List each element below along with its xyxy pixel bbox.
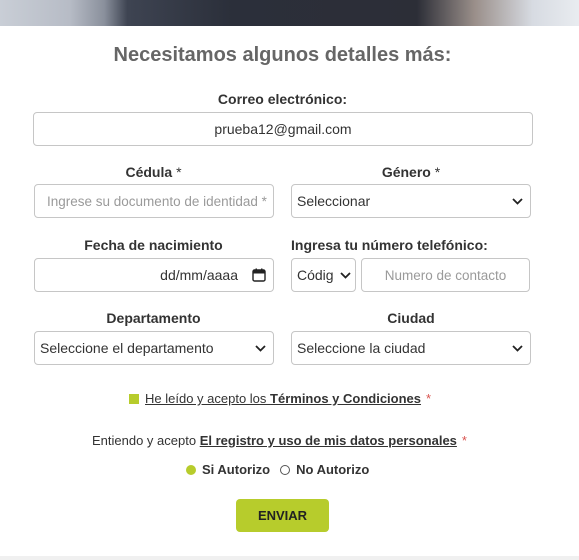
departamento-label: Departamento	[106, 310, 201, 326]
consent-link[interactable]: El registro y uso de mis datos personale…	[200, 433, 457, 448]
form-title: Necesitamos algunos detalles más:	[113, 44, 452, 66]
genero-select[interactable]: Seleccionar	[291, 184, 531, 218]
consent-prefix: Entiendo y acepto	[92, 433, 200, 448]
phone-label: Ingresa tu número telefónico:	[291, 237, 488, 253]
birthdate-input[interactable]: dd/mm/aaaa	[34, 258, 274, 292]
ciudad-select[interactable]: Seleccione la ciudad	[291, 331, 531, 365]
authorize-yes-label[interactable]: Si Autorizo	[202, 462, 270, 477]
terms-link[interactable]: He leído y acepto los Términos y Condici…	[145, 391, 421, 406]
cedula-placeholder: Ingrese su documento de identidad *	[47, 193, 267, 209]
country-code-select[interactable]: Códig	[291, 258, 356, 292]
chevron-down-icon	[253, 341, 267, 355]
authorize-no-radio[interactable]	[280, 464, 291, 475]
authorize-no-label[interactable]: No Autorizo	[296, 462, 369, 477]
ciudad-selected: Seleccione la ciudad	[297, 340, 426, 356]
chevron-down-icon	[510, 194, 524, 208]
ciudad-label: Ciudad	[387, 310, 435, 326]
email-field[interactable]: prueba12@gmail.com	[33, 112, 533, 146]
authorize-yes-radio[interactable]	[186, 464, 196, 475]
genero-label-text: Género	[381, 164, 431, 180]
data-consent-row: Entiendo y acepto El registro y uso de m…	[92, 433, 467, 448]
authorize-radio-group: Si Autorizo No Autorizo	[186, 462, 369, 477]
cedula-input[interactable]: Ingrese su documento de identidad *	[34, 184, 274, 218]
departamento-select[interactable]: Seleccione el departamento	[34, 331, 274, 365]
birthdate-placeholder: dd/mm/aaaa	[160, 267, 238, 283]
birthdate-label: Fecha de nacimiento	[84, 237, 223, 253]
required-marker: *	[176, 164, 182, 180]
email-value: prueba12@gmail.com	[214, 121, 352, 137]
phone-placeholder: Numero de contacto	[384, 267, 507, 283]
email-label: Correo electrónico:	[217, 91, 348, 107]
chevron-down-icon	[338, 268, 352, 282]
header-banner-image	[0, 0, 579, 26]
country-code-selected: Códig	[297, 267, 334, 283]
terms-row: He leído y acepto los Términos y Condici…	[129, 391, 431, 406]
phone-input[interactable]: Numero de contacto	[361, 258, 530, 292]
terms-checkbox[interactable]	[129, 393, 139, 404]
terms-link-text: Términos y Condiciones	[270, 391, 422, 406]
required-star: *	[461, 433, 467, 448]
cedula-label-text: Cédula	[125, 164, 173, 180]
departamento-selected: Seleccione el departamento	[40, 340, 214, 356]
genero-selected: Seleccionar	[297, 193, 371, 209]
required-star: *	[426, 391, 432, 406]
chevron-down-icon	[510, 341, 524, 355]
genero-label: Género *	[291, 164, 531, 180]
submit-button[interactable]: ENVIAR	[236, 499, 329, 532]
calendar-icon[interactable]	[252, 268, 266, 282]
cedula-label: Cédula *	[33, 164, 274, 180]
terms-prefix: He leído y acepto los	[145, 391, 271, 406]
required-marker: *	[434, 164, 441, 180]
